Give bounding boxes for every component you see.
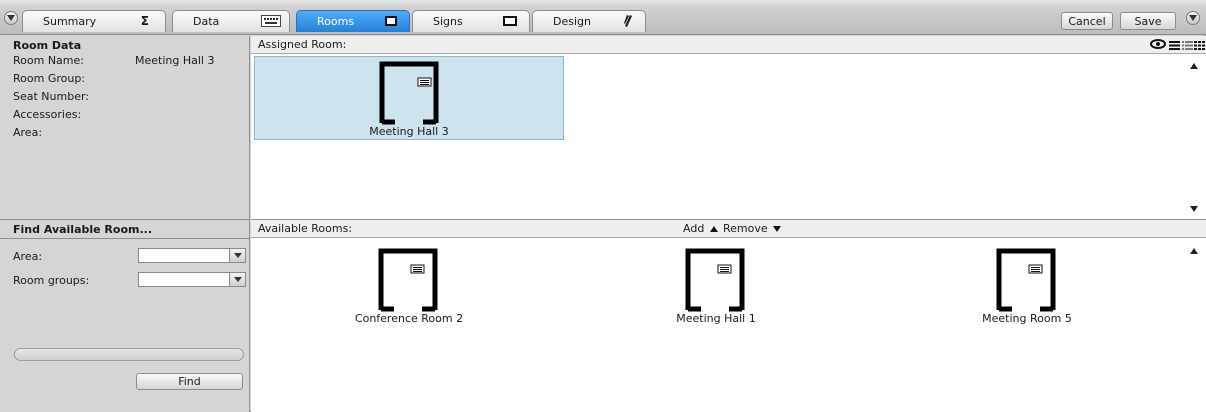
room-name-label: Room Name:	[13, 54, 84, 67]
chevron-down-icon[interactable]	[229, 273, 245, 286]
tab-signs[interactable]: Signs	[412, 10, 530, 32]
arrow-up-icon	[709, 226, 718, 232]
available-rooms-header: Available Rooms: Add Remove	[251, 220, 1206, 238]
scroll-down-icon[interactable]	[1190, 206, 1198, 212]
add-button[interactable]: Add	[683, 222, 718, 235]
options-chevron-icon[interactable]	[1186, 11, 1200, 25]
find-groups-label: Room groups:	[13, 274, 90, 287]
find-title-divider	[0, 238, 250, 239]
pen-icon	[623, 14, 633, 31]
seat-number-label: Seat Number:	[13, 90, 90, 103]
tab-summary-label: Summary	[43, 15, 97, 28]
assigned-room-label: Assigned Room:	[258, 38, 347, 51]
room-door-icon	[379, 61, 439, 125]
area-select[interactable]	[138, 248, 246, 263]
room-door-icon	[996, 248, 1056, 312]
available-room-tile[interactable]: Meeting Room 5	[872, 244, 1182, 328]
assigned-room-panel: Assigned Room: Meeting Hall 3	[251, 36, 1206, 219]
left-panel: Room Data Room Name: Meeting Hall 3 Room…	[0, 36, 250, 412]
left-divider	[0, 219, 250, 220]
grid-view-icon[interactable]	[1194, 40, 1205, 53]
available-rooms-panel: Available Rooms: Add Remove Conference R	[251, 219, 1206, 412]
assigned-room-header: Assigned Room:	[251, 36, 1206, 54]
sign-icon	[503, 16, 517, 29]
tab-design-label: Design	[553, 15, 591, 28]
detail-view-icon[interactable]	[1182, 40, 1193, 53]
room-door-icon	[685, 248, 745, 312]
room-name: Conference Room 2	[354, 312, 464, 325]
rooms-window: Summary Σ Data Rooms Signs Design Cancel…	[0, 0, 1206, 412]
available-room-tile[interactable]: Meeting Hall 1	[561, 244, 871, 328]
find-button[interactable]: Find	[136, 373, 243, 390]
assigned-room-tile[interactable]: Meeting Hall 3	[254, 56, 564, 140]
accessories-label: Accessories:	[13, 108, 82, 121]
tab-summary[interactable]: Summary Σ	[22, 10, 166, 32]
keyboard-icon	[261, 15, 281, 30]
toolbar-top-strip	[0, 0, 1206, 8]
room-name-value: Meeting Hall 3	[135, 54, 215, 67]
search-progress-bar	[14, 348, 244, 361]
list-view-icon[interactable]	[1169, 40, 1180, 53]
area-label: Area:	[13, 126, 43, 139]
add-label: Add	[683, 222, 705, 235]
tab-rooms[interactable]: Rooms	[296, 10, 410, 32]
scroll-up-icon[interactable]	[1190, 248, 1198, 254]
room-data-title: Room Data	[13, 39, 82, 52]
tab-rooms-label: Rooms	[317, 15, 355, 28]
tab-data-label: Data	[193, 15, 220, 28]
remove-button[interactable]: Remove	[723, 222, 782, 235]
menu-chevron-icon[interactable]	[4, 11, 18, 25]
available-rooms-label: Available Rooms:	[258, 222, 353, 235]
room-icon	[385, 16, 397, 29]
available-room-tile[interactable]: Conference Room 2	[254, 244, 564, 328]
room-group-label: Room Group:	[13, 72, 86, 85]
room-door-icon	[378, 248, 438, 312]
scroll-up-icon[interactable]	[1190, 63, 1198, 69]
cancel-button[interactable]: Cancel	[1061, 12, 1113, 30]
tab-design[interactable]: Design	[532, 10, 646, 32]
assigned-room-name: Meeting Hall 3	[369, 125, 449, 138]
room-name: Meeting Room 5	[982, 312, 1072, 325]
chevron-down-icon[interactable]	[229, 249, 245, 262]
arrow-down-icon	[773, 226, 782, 232]
save-button[interactable]: Save	[1120, 12, 1176, 30]
find-room-title: Find Available Room...	[13, 223, 153, 236]
toolbar: Summary Σ Data Rooms Signs Design Cancel…	[0, 0, 1206, 35]
eye-icon[interactable]	[1150, 39, 1166, 52]
tab-data[interactable]: Data	[172, 10, 290, 32]
remove-label: Remove	[723, 222, 768, 235]
room-name: Meeting Hall 1	[676, 312, 756, 325]
tab-signs-label: Signs	[433, 15, 463, 28]
sigma-icon: Σ	[140, 14, 149, 28]
room-groups-select[interactable]	[138, 272, 246, 287]
find-area-label: Area:	[13, 250, 43, 263]
